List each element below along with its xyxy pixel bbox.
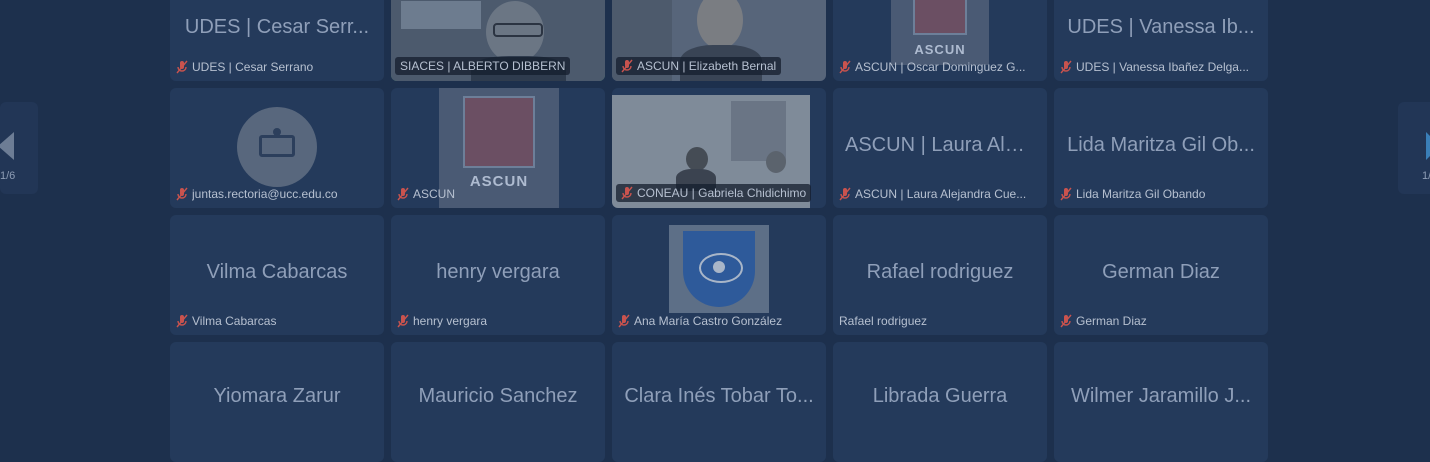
participant-tile[interactable]: UDES | Cesar Serr... UDES | Cesar Serran… (170, 0, 384, 81)
ascun-logo-mark (913, 0, 967, 35)
participant-label: ASCUN | Oscar Dominguez G... (839, 59, 1026, 75)
prev-page-arrow-icon (0, 132, 14, 160)
muted-mic-icon (621, 186, 633, 200)
video-glasses (493, 23, 543, 37)
video-person (686, 147, 708, 171)
participant-tile[interactable]: Librada Guerra (833, 342, 1047, 462)
participant-label: Vilma Cabarcas (176, 313, 276, 329)
participant-tile[interactable]: Mauricio Sanchez (391, 342, 605, 462)
participant-tile[interactable]: CONEAU | Gabriela Chidichimo (612, 88, 826, 208)
participant-tile[interactable]: ASCUN | Elizabeth Bernal (612, 0, 826, 81)
participant-display-name: Vilma Cabarcas (206, 261, 348, 284)
participant-label: henry vergara (397, 313, 487, 329)
ascun-logo-wordmark: ASCUN (914, 42, 966, 57)
muted-mic-icon (176, 187, 188, 201)
next-page-button[interactable]: 1/ (1398, 102, 1430, 194)
muted-mic-icon (1060, 187, 1072, 201)
ascun-logo: ASCUN (891, 0, 989, 65)
participant-display-name: German Diaz (1102, 261, 1220, 284)
muted-mic-icon (839, 60, 851, 74)
participant-display-name: UDES | Cesar Serr... (184, 16, 370, 38)
participant-label: Lida Maritza Gil Obando (1060, 186, 1205, 202)
muted-mic-icon (621, 59, 633, 73)
participant-tile-active-speaker[interactable]: SIACES | ALBERTO DIBBERN (391, 0, 605, 81)
muted-mic-icon (176, 314, 188, 328)
participant-label: Ana María Castro González (618, 313, 782, 329)
participant-label: UDES | Cesar Serrano (176, 59, 313, 75)
participant-label: ASCUN (397, 186, 455, 202)
university-logo (669, 225, 769, 313)
participant-label: CONEAU | Gabriela Chidichimo (616, 184, 812, 202)
ascun-logo-wordmark: ASCUN (469, 173, 529, 190)
muted-mic-icon (397, 314, 409, 328)
participant-tile[interactable]: ASCUN ASCUN (391, 88, 605, 208)
participant-tile[interactable]: Clara Inés Tobar To... (612, 342, 826, 462)
participant-display-name: Rafael rodriguez (866, 261, 1014, 284)
participant-tile[interactable]: UDES | Vanessa Ib... UDES | Vanessa Ibañ… (1054, 0, 1268, 81)
participant-display-name: Wilmer Jaramillo J... (1070, 385, 1251, 407)
muted-mic-icon (839, 187, 851, 201)
next-page-arrow-icon (1426, 132, 1430, 160)
muted-mic-icon (397, 187, 409, 201)
participant-tile[interactable]: ASCUN | Laura Alej... ASCUN | Laura Alej… (833, 88, 1047, 208)
participant-display-name: henry vergara (436, 261, 560, 284)
muted-mic-icon (176, 60, 188, 74)
page-indicator: 1/6 (0, 170, 16, 182)
ascun-logo: ASCUN (439, 88, 559, 208)
university-logo-atom (713, 261, 725, 273)
prev-page-button[interactable]: 1/6 (0, 102, 38, 194)
muted-mic-icon (1060, 60, 1072, 74)
muted-mic-icon (1060, 314, 1072, 328)
participant-display-name: UDES | Vanessa Ib... (1067, 16, 1255, 38)
participant-tile[interactable]: henry vergara henry vergara (391, 215, 605, 335)
participant-label: Rafael rodriguez (839, 314, 928, 328)
participant-tile[interactable]: German Diaz German Diaz (1054, 215, 1268, 335)
participant-tile[interactable]: Vilma Cabarcas Vilma Cabarcas (170, 215, 384, 335)
participant-label: German Diaz (1060, 313, 1147, 329)
participant-label: SIACES | ALBERTO DIBBERN (395, 57, 571, 75)
participant-display-name: ASCUN | Laura Alej... (845, 134, 1037, 157)
participant-tile[interactable]: Rafael rodriguez Rafael rodriguez (833, 215, 1047, 335)
avatar-screen (259, 135, 295, 157)
participant-tile[interactable]: juntas.rectoria@ucc.edu.co (170, 88, 384, 208)
video-person-second (766, 151, 786, 173)
participant-label: juntas.rectoria@ucc.edu.co (176, 186, 338, 202)
participant-tile[interactable]: Ana María Castro González (612, 215, 826, 335)
participant-label: UDES | Vanessa Ibañez Delga... (1060, 59, 1249, 75)
participant-display-name: Librada Guerra (872, 385, 1008, 407)
ascun-logo-mark (463, 96, 535, 168)
participant-tile[interactable]: Yiomara Zarur (170, 342, 384, 462)
participant-label: ASCUN | Elizabeth Bernal (616, 57, 782, 75)
participant-tile[interactable]: ASCUN ASCUN | Oscar Dominguez G... (833, 0, 1047, 81)
participant-tile[interactable]: Wilmer Jaramillo J... (1054, 342, 1268, 462)
participant-display-name: Clara Inés Tobar To... (624, 385, 814, 407)
video-person (697, 0, 743, 49)
muted-mic-icon (618, 314, 630, 328)
page-indicator-right: 1/ (1422, 170, 1430, 182)
participant-display-name: Yiomara Zarur (213, 385, 341, 407)
webcam-avatar-icon (237, 107, 317, 187)
participant-display-name: Mauricio Sanchez (418, 385, 578, 407)
participant-tile[interactable]: Lida Maritza Gil Ob... Lida Maritza Gil … (1054, 88, 1268, 208)
video-background-frame (401, 1, 481, 29)
participant-display-name: Lida Maritza Gil Ob... (1067, 134, 1255, 157)
participant-label: ASCUN | Laura Alejandra Cue... (839, 186, 1026, 202)
